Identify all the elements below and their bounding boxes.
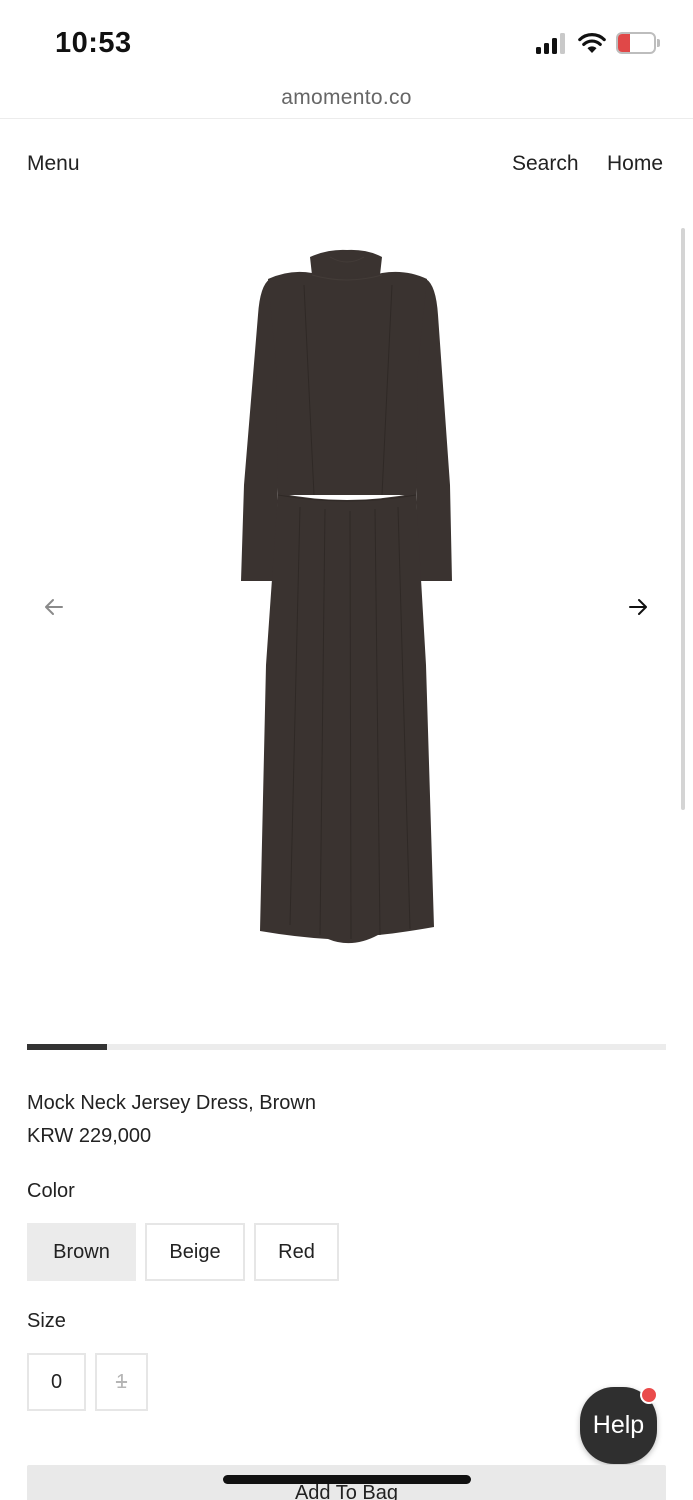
size-option-0[interactable]: 0	[27, 1353, 86, 1411]
gallery-progress-fill	[27, 1044, 107, 1050]
menu-link[interactable]: Menu	[27, 150, 80, 178]
wifi-icon	[578, 33, 606, 53]
prev-image-button[interactable]	[39, 592, 69, 622]
product-page: 10:53 9 amomento.co Menu Search Home Moc…	[0, 0, 693, 1500]
color-option-red[interactable]: Red	[254, 1223, 339, 1281]
search-link[interactable]: Search	[512, 150, 579, 178]
product-image	[241, 249, 452, 944]
status-time: 10:53	[55, 27, 132, 59]
color-option-beige[interactable]: Beige	[145, 1223, 245, 1281]
gallery-scrollbar[interactable]	[681, 228, 685, 810]
battery-icon: 9	[616, 32, 656, 54]
battery-cap	[657, 39, 660, 47]
size-label: Size	[27, 1310, 66, 1332]
battery-level: 9	[631, 33, 641, 52]
product-price: KRW 229,000	[27, 1125, 152, 1147]
cellular-signal-icon	[536, 33, 568, 54]
status-bar: 10:53 9	[0, 0, 693, 80]
gallery-progress	[27, 1044, 666, 1050]
notification-badge	[640, 1386, 658, 1404]
color-label: Color	[27, 1180, 75, 1202]
product-name: Mock Neck Jersey Dress, Brown	[27, 1092, 316, 1114]
divider	[0, 118, 693, 119]
url-bar[interactable]: amomento.co	[0, 80, 693, 118]
home-indicator	[223, 1475, 471, 1484]
color-option-brown[interactable]: Brown	[27, 1223, 136, 1281]
next-image-button[interactable]	[623, 592, 653, 622]
product-gallery[interactable]	[0, 200, 693, 1020]
size-option-1[interactable]: 1	[95, 1353, 148, 1411]
home-link[interactable]: Home	[607, 150, 663, 178]
